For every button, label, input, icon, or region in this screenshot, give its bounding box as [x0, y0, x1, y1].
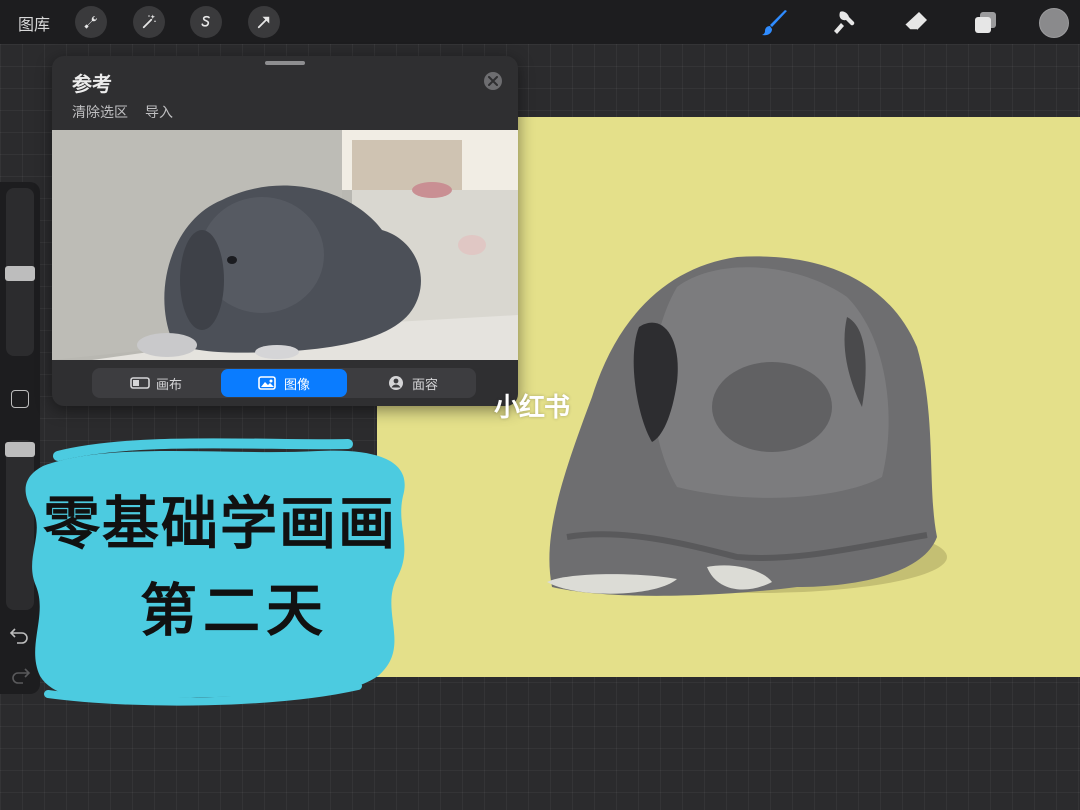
reference-panel: 参考 清除选区 导入 画布 图像 面容 — [52, 56, 518, 406]
tab-image-label: 图像 — [283, 377, 310, 393]
tab-canvas-label: 画布 — [155, 377, 182, 393]
close-reference-button[interactable] — [484, 72, 502, 90]
clear-selection-link[interactable]: 清除选区 — [72, 102, 128, 122]
wrench-icon — [84, 15, 98, 29]
layers-button[interactable] — [970, 8, 1000, 38]
face-icon — [388, 376, 403, 390]
reference-mode-switch: 画布 图像 面容 — [92, 368, 476, 398]
smudge-icon — [834, 11, 855, 34]
brush-icon — [762, 10, 787, 36]
tab-face-label: 面容 — [411, 377, 438, 393]
close-icon — [488, 76, 498, 86]
brush-tool-button[interactable] — [760, 8, 790, 38]
reference-photo — [52, 130, 518, 360]
color-picker-button[interactable] — [1039, 8, 1069, 38]
eraser-icon — [904, 12, 927, 31]
adjustments-button[interactable] — [133, 6, 165, 38]
image-icon — [258, 376, 276, 390]
selection-icon — [201, 15, 210, 27]
banner-title-line2: 第二天 — [140, 578, 329, 644]
banner-title-line1: 零基础学画画 — [43, 491, 397, 557]
layers-icon — [975, 12, 996, 33]
canvas-icon — [130, 377, 150, 389]
smudge-tool-button[interactable] — [830, 8, 860, 38]
actions-wrench-button[interactable] — [75, 6, 107, 38]
modify-button[interactable] — [11, 390, 29, 408]
reference-actions: 清除选区 导入 — [72, 102, 173, 122]
tab-image[interactable]: 图像 — [221, 369, 347, 397]
top-toolbar: 图库 — [0, 0, 1080, 44]
reference-title: 参考 — [72, 72, 112, 96]
gallery-button[interactable]: 图库 — [18, 11, 50, 35]
import-link[interactable]: 导入 — [145, 102, 173, 122]
eraser-tool-button[interactable] — [900, 8, 930, 38]
watermark-text: 小红书 — [494, 393, 570, 423]
magic-wand-icon — [142, 14, 156, 29]
tab-canvas[interactable]: 画布 — [93, 369, 219, 397]
brush-size-thumb[interactable] — [5, 266, 35, 281]
selection-button[interactable] — [190, 6, 222, 38]
transform-button[interactable] — [248, 6, 280, 38]
tab-face[interactable]: 面容 — [349, 369, 475, 397]
transform-arrow-icon — [257, 16, 270, 29]
panel-grabber[interactable] — [265, 61, 305, 65]
